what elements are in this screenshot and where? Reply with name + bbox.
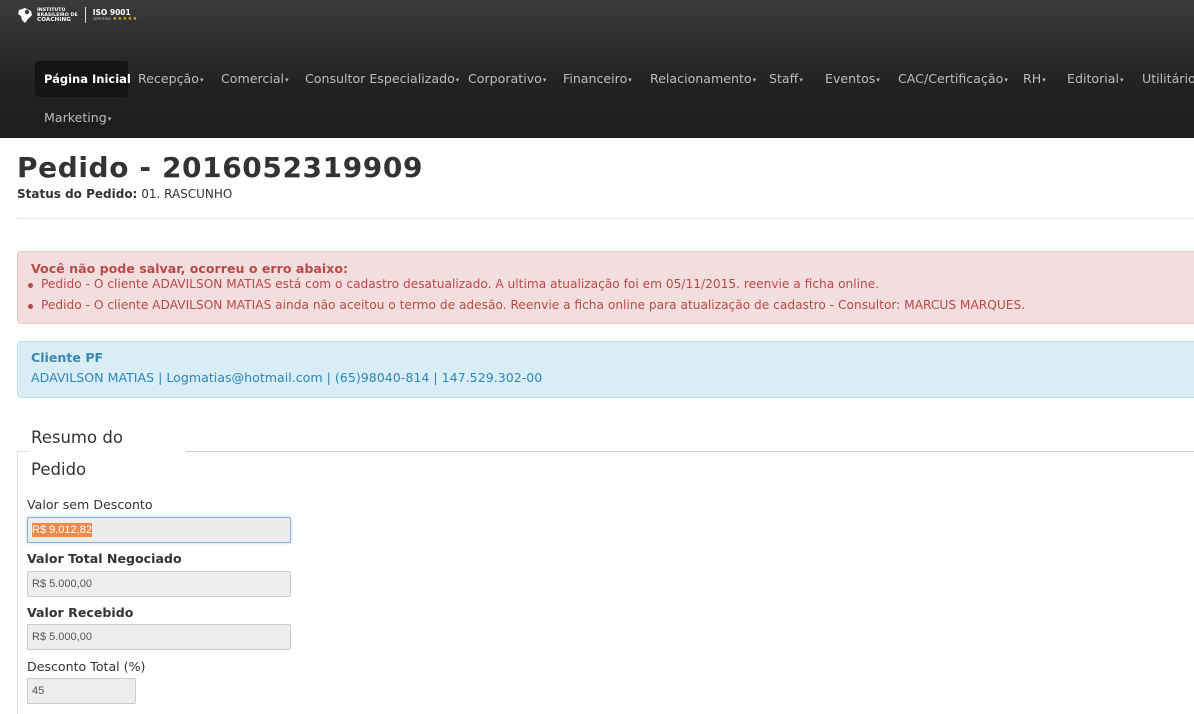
nav-item-label: Consultor Especializado [305,71,455,86]
nav-item-label: Marketing [44,110,107,125]
caret-down-icon: ▾ [455,76,460,84]
brand-line-3: COACHING [37,16,71,23]
fieldset-border-top [186,451,1194,452]
fieldset-border-top-left [17,451,29,452]
nav-item-label: Financeiro [563,71,628,86]
caret-down-icon: ▾ [542,76,547,84]
brand-logo[interactable]: INSTITUTO BRASILEIRO DE COACHING ISO 900… [16,5,138,25]
desconto-total-label: Desconto Total (%) [27,659,146,674]
nav-item-label: Corporativo [468,71,542,86]
valor-total-negociado-label: Valor Total Negociado [27,551,182,566]
nav-item-label: Editorial [1067,71,1119,86]
nav-item-label: Página Inicial [44,72,131,86]
client-info-alert: Cliente PF ADAVILSON MATIAS | Logmatias@… [17,341,1194,398]
nav-item-comercial[interactable]: Comercial▾ [221,72,289,86]
nav-item-cac-certificacao[interactable]: CAC/Certificação▾ [898,72,1008,86]
caret-down-icon: ▾ [199,76,204,84]
caret-down-icon: ▾ [628,76,632,84]
valor-sem-desconto-label: Valor sem Desconto [27,497,153,512]
nav-item-relacionamento[interactable]: Relacionamento▾ [650,72,756,86]
caret-down-icon: ▾ [1120,76,1124,84]
nav-item-eventos[interactable]: Eventos▾ [825,72,880,86]
nav-item-label: Recepção [138,71,199,86]
caret-down-icon: ▾ [107,115,112,123]
nav-item-staff[interactable]: Staff▾ [769,72,803,86]
nav-item-label: Comercial [221,71,285,86]
nav-item-label: CAC/Certificação [898,71,1004,86]
client-details: ADAVILSON MATIAS | Logmatias@hotmail.com… [31,370,543,385]
caret-down-icon: ▾ [285,76,289,84]
iso-certified-label: CERTIFIED [92,16,111,21]
input-value: R$ 5.000,00 [32,631,92,643]
selected-input-text: R$ 9.012,82 [32,523,92,537]
nav-item-label: Eventos [825,71,876,86]
legend-line-2: Pedido [31,460,87,479]
nav-item-label: Staff [769,71,799,86]
brazil-map-logo-icon [18,7,32,23]
nav-item-label: RH [1023,71,1042,86]
nav-item-utilitarios[interactable]: Utilitários [1142,72,1194,86]
top-navbar: INSTITUTO BRASILEIRO DE COACHING ISO 900… [0,0,1194,138]
caret-down-icon: ▾ [876,76,880,84]
input-value: 45 [32,685,45,697]
nav-item-corporativo[interactable]: Corporativo▾ [468,72,546,86]
caret-down-icon: ▾ [1042,76,1046,84]
caret-down-icon: ▾ [1004,76,1008,84]
status-label: Status do Pedido: [17,187,138,201]
valor-recebido-input[interactable]: R$ 5.000,00 [27,624,291,650]
nav-item-financeiro[interactable]: Financeiro▾ [563,72,632,86]
error-alert-heading: Você não pode salvar, ocorreu o erro aba… [31,261,349,276]
header-divider [17,218,1194,219]
caret-down-icon: ▾ [752,76,757,84]
page-title: Pedido - 2016052319909 [17,151,424,184]
summary-legend: Resumo do Pedido [31,422,181,486]
input-value: R$ 5.000,00 [32,578,92,590]
caret-down-icon: ▾ [799,76,803,84]
error-alert: Você não pode salvar, ocorreu o erro aba… [17,251,1194,324]
client-type-heading: Cliente PF [31,350,104,365]
nav-item-pagina-inicial[interactable]: Página Inicial [44,72,131,86]
nav-item-label: Utilitários [1142,72,1194,86]
nav-item-consultor-especializado[interactable]: Consultor Especializado▾ [305,72,459,86]
valor-sem-desconto-input[interactable]: R$ 9.012,82 [27,517,291,543]
fieldset-border-left [17,451,18,714]
order-status: Status do Pedido: 01. RASCUNHO [17,187,232,202]
legend-line-1: Resumo do [31,428,123,447]
desconto-total-input[interactable]: 45 [27,678,136,704]
nav-item-label: Relacionamento [650,71,752,86]
valor-recebido-label: Valor Recebido [27,605,134,620]
valor-total-negociado-input[interactable]: R$ 5.000,00 [27,571,291,597]
iso-sub: CERTIFIED ★★★★★ [92,15,138,22]
nav-item-rh[interactable]: RH▾ [1023,72,1046,86]
nav-item-editorial[interactable]: Editorial▾ [1067,72,1124,86]
nav-item-recepcao[interactable]: Recepção▾ [138,72,203,86]
iso-stars-icon: ★★★★★ [112,15,138,22]
iso-badge: ISO 9001 CERTIFIED ★★★★★ [92,8,138,22]
nav-item-marketing[interactable]: Marketing▾ [44,111,111,125]
status-value: 01. RASCUNHO [141,187,233,201]
brand-name: INSTITUTO BRASILEIRO DE COACHING [37,8,78,23]
error-item: Pedido - O cliente ADAVILSON MATIAS está… [27,277,880,291]
error-item: Pedido - O cliente ADAVILSON MATIAS aind… [27,298,1026,312]
logo-divider [84,7,86,23]
